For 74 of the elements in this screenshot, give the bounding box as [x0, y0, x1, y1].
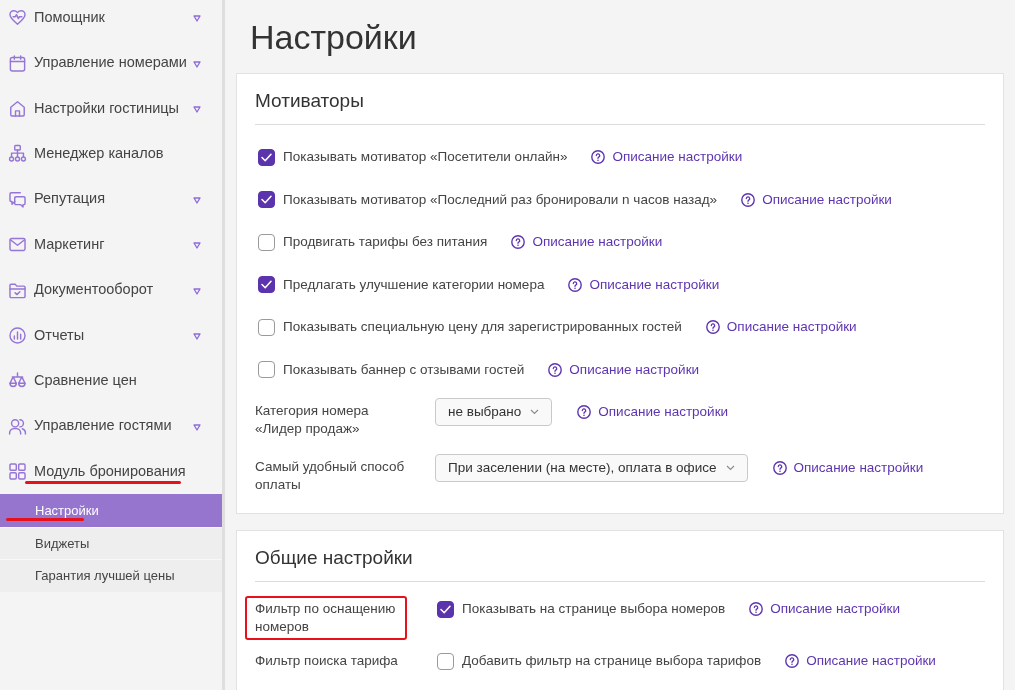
submenu-item[interactable]: Виджеты — [0, 526, 222, 560]
people-icon — [8, 416, 27, 436]
setting-label: Показывать мотиватор «Последний раз бронировали n часов назад» — [283, 190, 718, 209]
setting-label: Категория номера «Лидер продаж» — [255, 402, 370, 438]
setting-label: Фильтр поиска тарифа — [255, 652, 399, 670]
setting-label: Предлагать улучшение категории номера — [283, 275, 545, 294]
chevron-down-icon — [530, 409, 540, 415]
help-link[interactable]: Описание настройки — [577, 398, 729, 426]
help-link[interactable]: Описание настройки — [741, 189, 892, 210]
folder-check-icon — [8, 280, 27, 300]
help-icon — [785, 654, 800, 668]
help-link[interactable]: Описание настройки — [568, 274, 720, 295]
sidebar-item[interactable]: Модуль бронирования — [0, 448, 222, 495]
checkbox[interactable] — [258, 318, 275, 336]
calendar-icon — [8, 53, 27, 73]
dropdown[interactable]: При заселении (на месте), оплата в офисе — [435, 454, 748, 482]
setting-label: Показывать специальную цену для зарегистрированных гостей — [283, 318, 682, 337]
sidebar-item[interactable]: Менеджер каналов — [0, 131, 222, 177]
help-icon — [577, 405, 592, 419]
section-title: Мотиваторы — [255, 88, 364, 113]
help-link[interactable]: Описание настройки — [785, 650, 936, 672]
sidebar-item[interactable]: Управление номерами — [0, 40, 222, 86]
grid-icon — [8, 462, 27, 482]
help-icon — [749, 602, 764, 616]
setting-label: Показывать мотиватор «Посетители онлайн» — [283, 148, 568, 167]
sidebar-item[interactable]: Сравнение цен — [0, 358, 222, 404]
checkmark-icon — [440, 604, 451, 614]
hierarchy-icon — [8, 144, 27, 164]
page-title: Настройки — [250, 16, 417, 57]
help-link[interactable]: Описание настройки — [705, 317, 857, 338]
help-icon — [591, 150, 606, 165]
sidebar-item[interactable]: Помощник — [0, 0, 222, 41]
help-icon — [772, 461, 787, 475]
heart-pulse-icon — [8, 8, 27, 28]
help-icon — [705, 320, 720, 335]
sidebar-item[interactable]: Отчеты — [0, 312, 222, 359]
help-link[interactable]: Описание настройки — [749, 598, 900, 620]
help-icon — [548, 362, 563, 377]
help-link[interactable]: Описание настройки — [511, 232, 663, 253]
checkbox[interactable] — [437, 600, 454, 618]
checkbox[interactable] — [437, 652, 454, 670]
submenu-item[interactable]: Гарантия лучшей цены — [0, 559, 222, 592]
checkbox[interactable] — [258, 148, 275, 166]
sidebar-item[interactable]: Маркетинг — [0, 221, 222, 268]
help-link[interactable]: Описание настройки — [548, 359, 700, 380]
house-icon — [8, 98, 27, 118]
setting-label: Фильтр по оснащению номеров — [255, 600, 397, 636]
checkbox[interactable] — [258, 191, 275, 209]
help-icon — [511, 235, 526, 250]
setting-label: Самый удобный способ оплаты — [255, 458, 405, 494]
setting-label: Добавить фильтр на странице выбора тарифов — [462, 651, 762, 670]
section-title: Общие настройки — [255, 545, 413, 570]
setting-label: Показывать на странице выбора номеров — [462, 599, 726, 618]
checkbox[interactable] — [258, 276, 275, 294]
help-icon — [568, 277, 583, 292]
checkmark-icon — [261, 280, 272, 290]
bar-chart-icon — [8, 325, 27, 345]
checkmark-icon — [261, 195, 272, 205]
sidebar-item[interactable]: Репутация — [0, 176, 222, 222]
help-link[interactable]: Описание настройки — [591, 147, 743, 168]
checkmark-icon — [261, 152, 272, 162]
chat-bubbles-icon — [8, 189, 27, 209]
help-link[interactable]: Описание настройки — [772, 454, 924, 482]
help-icon — [741, 192, 756, 207]
sidebar-item[interactable]: Настройки гостиницы — [0, 85, 222, 132]
chevron-down-icon — [725, 465, 735, 471]
submenu-item[interactable]: Настройки — [0, 494, 222, 527]
dropdown[interactable]: не выбрано — [435, 398, 553, 426]
sidebar-item[interactable]: Управление гостями — [0, 403, 222, 449]
setting-label: Показывать баннер с отзывами гостей — [283, 360, 525, 379]
sidebar-item[interactable]: Документооборот — [0, 267, 222, 313]
checkbox[interactable] — [258, 233, 275, 251]
checkbox[interactable] — [258, 361, 275, 379]
setting-label: Продвигать тарифы без питания — [283, 233, 488, 252]
